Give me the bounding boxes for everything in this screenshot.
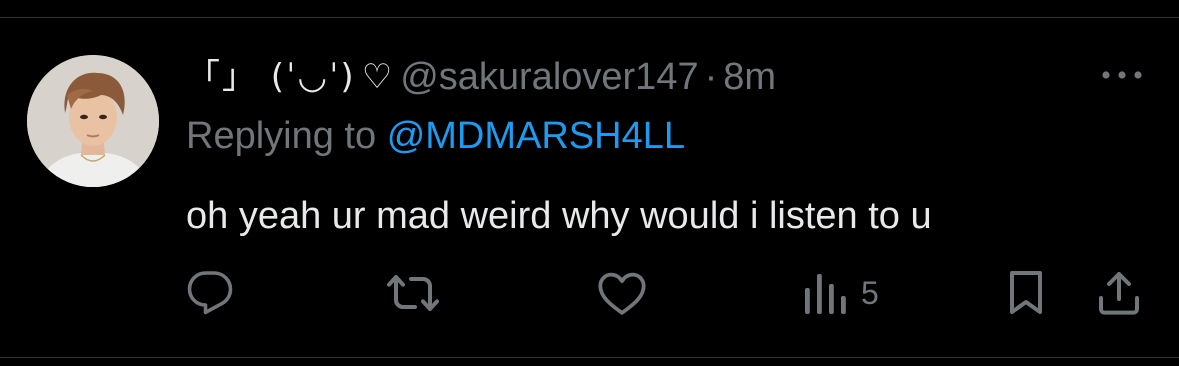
timestamp[interactable]: 8m [723, 52, 776, 102]
bottom-divider [0, 357, 1179, 358]
retweet-icon [387, 275, 439, 311]
views-count: 5 [861, 274, 879, 311]
replying-to-user-link[interactable]: @MDMARSH4LL [387, 115, 685, 157]
tweet-text: oh yeah ur mad weird why would i listen … [186, 195, 932, 237]
header-separator: · [704, 56, 718, 98]
display-name[interactable]: 「」 (ˈ◡ˈ) [186, 52, 356, 102]
reply-button[interactable] [186, 265, 234, 321]
like-button[interactable] [597, 265, 647, 321]
reply-icon [187, 271, 233, 315]
more-options-button[interactable] [1099, 60, 1145, 90]
share-icon [1099, 272, 1139, 315]
share-button[interactable] [1096, 265, 1142, 321]
tweet-header: 「」 (ˈ◡ˈ) ♡ @sakuralover147 · 8m [186, 52, 776, 102]
bookmark-icon [1010, 271, 1042, 314]
retweet-button[interactable] [387, 265, 439, 321]
more-dots-icon [1102, 71, 1142, 79]
replying-to-label: Replying to [186, 115, 377, 157]
views-icon [805, 274, 846, 314]
name-heart-emoji: ♡ [361, 57, 393, 97]
replying-to-line: Replying to @MDMARSH4LL [186, 110, 685, 162]
bookmark-button[interactable] [1006, 265, 1046, 321]
heart-icon [598, 272, 646, 315]
user-handle[interactable]: @sakuralover147 [400, 52, 698, 102]
top-divider [0, 17, 1179, 18]
views-button[interactable]: 5 [801, 265, 879, 321]
avatar-image [27, 55, 159, 187]
avatar[interactable] [27, 55, 159, 187]
